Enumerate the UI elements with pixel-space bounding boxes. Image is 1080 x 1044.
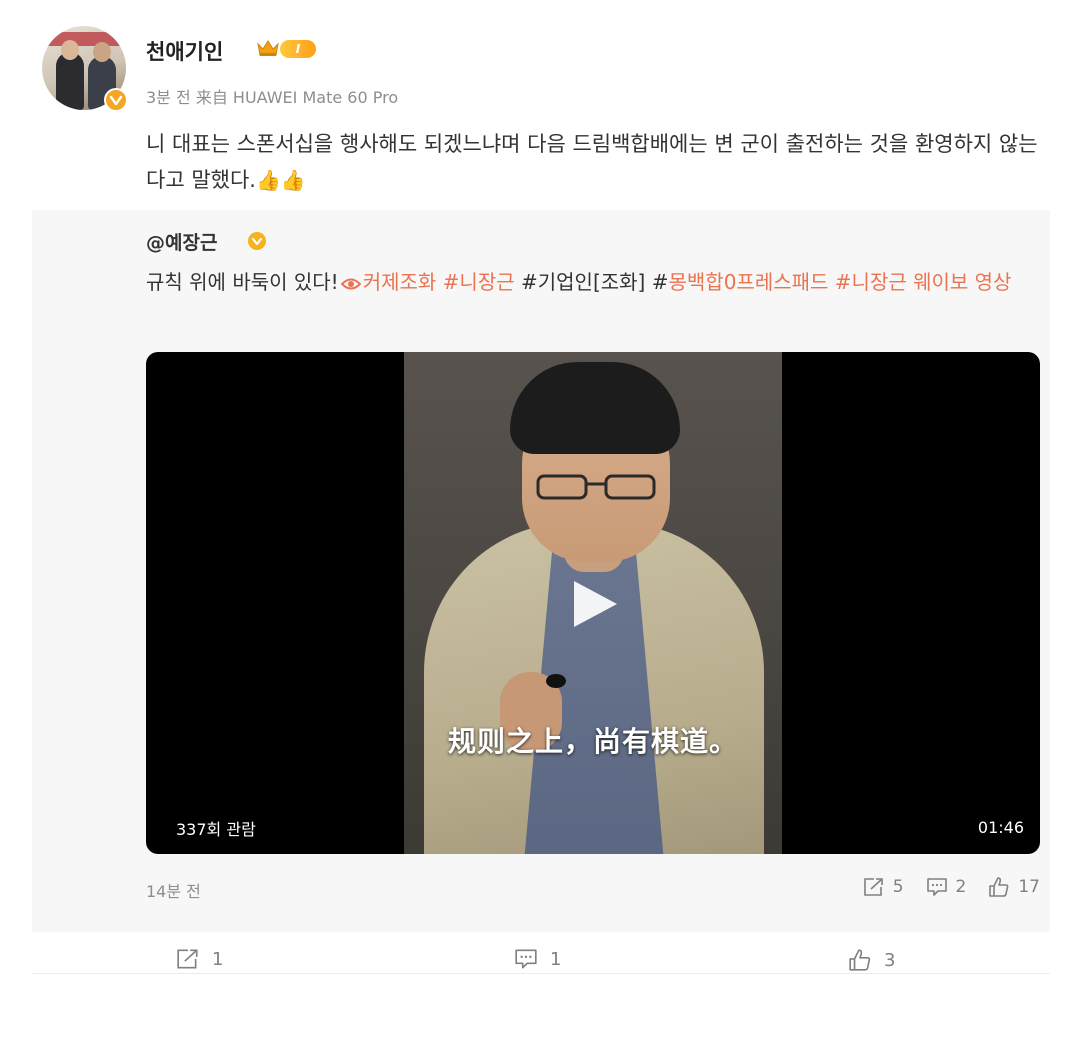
- like-button[interactable]: 3: [848, 948, 895, 972]
- post-source: HUAWEI Mate 60 Pro: [232, 88, 399, 107]
- video-views: 337회 관람: [176, 820, 256, 839]
- weibo-post: 천애기인 I 3분 전 来自 HUAWEI Mate 60 Pro 니 대표는 …: [0, 0, 1080, 1044]
- post-text: 니 대표는 스폰서십을 행사해도 되겠느냐며 다음 드림백합배에는 변 군이 출…: [146, 126, 1046, 198]
- source-prefix: 来自: [195, 88, 228, 107]
- comment-count: 2: [955, 877, 967, 897]
- super-topic-icon: [340, 278, 361, 289]
- post-action-bar: 1 1 3: [32, 932, 1050, 974]
- post-time[interactable]: 3분 전: [146, 88, 191, 107]
- post-username[interactable]: 천애기인: [146, 36, 223, 66]
- repost-panel[interactable]: @예장근 규칙 위에 바둑이 있다! 커제조화 #니장근 #기업인[조화] #몽백…: [32, 210, 1050, 932]
- repost-time[interactable]: 14분 전: [146, 878, 201, 902]
- comment-count: 1: [550, 948, 562, 970]
- like-count: 3: [884, 949, 896, 971]
- topic-link[interactable]: 몽백합0프레스패드: [669, 270, 829, 294]
- crown-icon: [257, 40, 279, 56]
- comment-icon: [926, 878, 947, 896]
- share-count: 1: [212, 948, 224, 970]
- thumbs-up-icon: [989, 877, 1009, 897]
- repost-actions: 5 2 17: [841, 874, 1040, 900]
- share-icon: [177, 949, 198, 969]
- video-player[interactable]: 规则之上，尚有棋道。 337회 관람 01:46: [146, 352, 1040, 854]
- verified-badge-icon: [248, 232, 266, 250]
- share-button[interactable]: 1: [176, 948, 223, 970]
- video-duration: 01:46: [977, 818, 1024, 837]
- post-meta: 3분 전 来自 HUAWEI Mate 60 Pro: [146, 84, 398, 108]
- repost-body: 규칙 위에 바둑이 있다!: [146, 270, 339, 294]
- repost-share-button[interactable]: 5: [863, 877, 904, 897]
- topic-link[interactable]: #니장근 웨이보 영상: [835, 270, 1012, 294]
- topic-link[interactable]: 커제조화: [363, 270, 437, 294]
- repost-username[interactable]: @예장근: [146, 228, 217, 255]
- comment-button[interactable]: 1: [514, 948, 561, 970]
- topic-hash: #: [651, 270, 669, 294]
- thumbs-up-icon: [849, 949, 871, 971]
- thumbs-up-emoji-icon: 👍👍: [255, 168, 306, 192]
- level-badge[interactable]: I: [280, 40, 316, 58]
- verified-badge-icon: [104, 88, 128, 112]
- share-icon: [863, 878, 883, 896]
- like-count: 17: [1018, 877, 1040, 897]
- topic-text: #기업인[조화]: [521, 270, 646, 294]
- comment-icon: [515, 949, 537, 969]
- repost-like-button[interactable]: 17: [988, 876, 1040, 898]
- share-count: 5: [892, 877, 904, 897]
- video-subtitle: 规则之上，尚有棋道。: [447, 725, 738, 758]
- repost-text: 규칙 위에 바둑이 있다! 커제조화 #니장근 #기업인[조화] #몽백합0프레스…: [146, 264, 1046, 300]
- play-icon[interactable]: [570, 578, 620, 630]
- repost-comment-button[interactable]: 2: [926, 877, 967, 897]
- topic-link[interactable]: #니장근: [443, 270, 515, 294]
